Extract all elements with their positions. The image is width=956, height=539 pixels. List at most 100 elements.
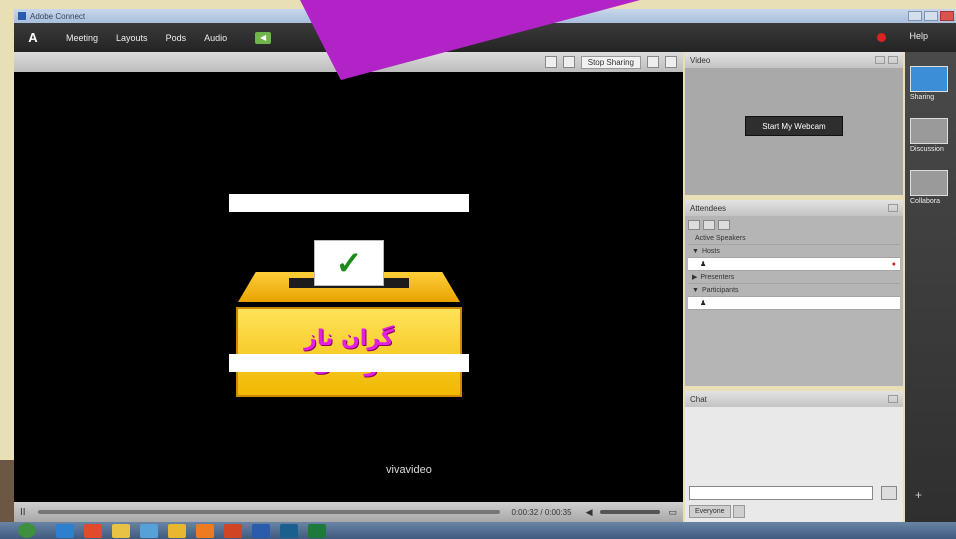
window-title: Adobe Connect [30,11,86,21]
layout-label: Sharing [910,94,935,101]
chat-pod-title: Chat [690,394,707,404]
fit-width-icon[interactable] [544,56,557,68]
taskbar-icons [56,523,326,538]
chat-input[interactable] [689,486,873,500]
menu-pods[interactable]: Pods [166,33,187,43]
attendee-user-row[interactable]: ♟ ● [688,258,900,271]
menu-help[interactable]: Help [909,31,928,41]
app-icon [18,12,26,20]
fullscreen-icon[interactable] [647,56,659,68]
white-bar-top [229,194,469,212]
chat-tab-everyone[interactable]: Everyone [689,505,731,518]
attendee-group-row[interactable]: ▼ Participants [688,284,900,297]
pause-button[interactable]: II [20,507,30,518]
chat-tabs: Everyone [689,505,745,518]
attendee-list: Active Speakers ▼ Hosts ♟ ● ▶ Presenters… [685,216,903,386]
attendee-group-row[interactable]: ▶ Presenters [688,271,900,284]
video-pod: Video Start My Webcam [685,52,903,195]
chat-area: Everyone [685,407,903,522]
playback-time: 0:00:32 / 0:00:35 [511,507,572,517]
seek-bar[interactable] [38,510,500,514]
window-controls [908,11,956,21]
speaker-icon[interactable]: ◀ [255,31,272,44]
chrome-taskbar-icon[interactable] [168,523,186,538]
chat-pod: Chat Everyone [685,391,903,522]
media-taskbar-icon[interactable] [84,523,102,538]
fullscreen-player-icon[interactable]: ▭ [668,507,677,518]
layouts-bar: Sharing Discussion Collabora + [905,52,956,522]
excel-taskbar-icon[interactable] [308,523,326,538]
menu-audio[interactable]: Audio [204,33,227,43]
pod-options-icon[interactable] [875,56,885,64]
layout-thumbnail [910,118,948,144]
maximize-button[interactable] [924,11,938,21]
desktop-strip [0,52,14,522]
add-layout-icon[interactable]: + [915,488,922,502]
volume-icon[interactable]: ◀ [586,507,593,518]
group-label: Hosts [701,247,720,255]
layout-label: Discussion [910,146,944,153]
stop-sharing-button[interactable]: Stop Sharing [580,55,641,69]
close-button[interactable] [940,11,954,21]
minimize-button[interactable] [908,11,922,21]
menu-items: Meeting Layouts Pods Audio [66,33,227,43]
start-button[interactable] [18,523,36,538]
checkmark-icon: ✓ [335,245,363,281]
desktop-photo [0,460,14,522]
pod-expand-icon[interactable] [888,56,898,64]
chat-options-icon[interactable] [888,395,898,403]
attendee-group-row[interactable]: ▼ Hosts [688,245,900,258]
layout-collaboration[interactable]: Collabora [910,170,950,210]
view-toggle-icon[interactable] [688,220,700,230]
layout-thumbnail [910,66,948,92]
photoshop-taskbar-icon[interactable] [280,523,298,538]
ie-taskbar-icon[interactable] [56,523,74,538]
start-webcam-button[interactable]: Start My Webcam [745,116,843,136]
ballot-box: گران ناز توسلی [236,307,462,397]
layout-label: Collabora [910,198,940,205]
video-pod-title: Video [690,55,711,65]
video-pod-header: Video [685,52,903,68]
pod-menu-icon[interactable] [665,56,677,68]
firefox-taskbar-icon[interactable] [196,523,214,538]
attendees-options-icon[interactable] [888,204,898,212]
attendees-pod-header: Attendees [685,200,903,216]
caret-icon: ▼ [692,286,699,294]
ballot-paper: ✓ [314,240,384,286]
chat-tab-private[interactable] [732,505,745,518]
layout-discussion[interactable]: Discussion [910,118,950,158]
group-label: Active Speakers [695,234,746,242]
record-indicator-icon[interactable] [877,33,886,42]
video-area: Start My Webcam [685,68,903,195]
more-icon[interactable] [718,220,730,230]
send-icon[interactable] [881,486,897,500]
attendee-toolbar [688,218,900,232]
shared-slide: ✓ گران ناز توسلی vivavideo [14,72,683,502]
folder-taskbar-icon[interactable] [112,523,130,538]
taskbar [0,522,956,539]
group-label: Participants [701,286,739,294]
video-watermark: vivavideo [386,464,432,476]
user-icon: ♟ [700,261,707,268]
menu-meeting[interactable]: Meeting [66,33,98,43]
powerpoint-taskbar-icon[interactable] [224,523,242,538]
attendee-user-row[interactable]: ♟ [688,297,900,310]
browser-taskbar-icon[interactable] [140,523,158,538]
chat-pod-header: Chat [685,391,903,407]
menu-layouts[interactable]: Layouts [116,33,148,43]
pointer-icon[interactable] [562,56,575,68]
share-pod: Stop Sharing ✓ گران ناز توسلی vivavideo … [14,52,683,522]
status-icon[interactable] [703,220,715,230]
slide-line-1: گران ناز [304,326,394,351]
attendees-pod: Attendees Active Speakers ▼ Hosts ♟ ● ▶ … [685,200,903,386]
share-tools: Stop Sharing [544,55,677,69]
media-player-bar: II 0:00:32 / 0:00:35 ◀ ▭ [14,502,683,522]
attendee-group-row[interactable]: Active Speakers [688,232,900,245]
word-taskbar-icon[interactable] [252,523,270,538]
white-bar-bottom [229,354,469,372]
layout-thumbnail [910,170,948,196]
volume-slider[interactable] [600,510,661,514]
caret-icon: ▼ [692,247,699,255]
layout-sharing[interactable]: Sharing [910,66,950,106]
adobe-logo-icon: A [28,29,38,45]
